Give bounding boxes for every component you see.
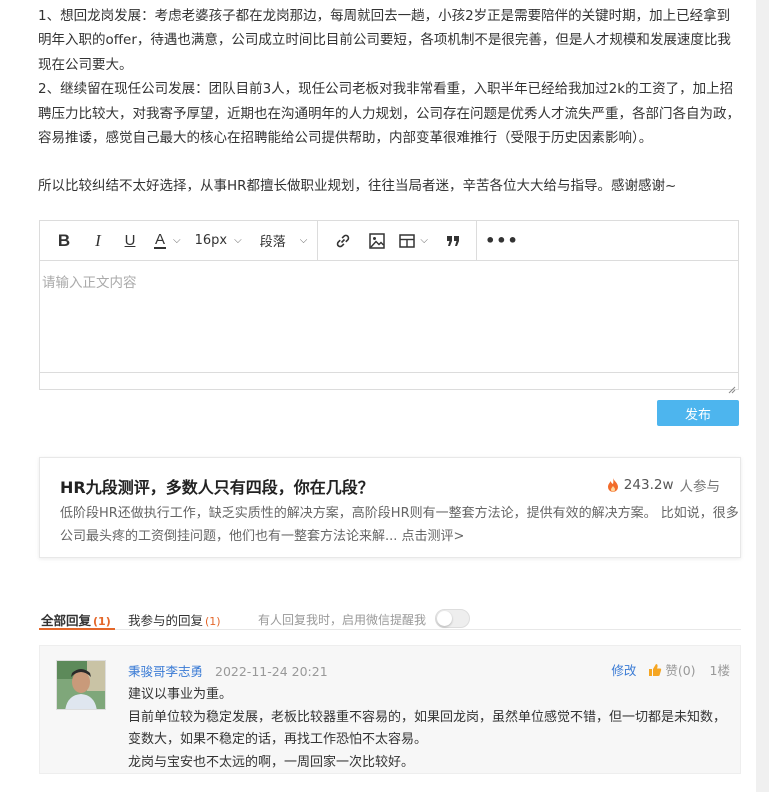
chevron-down-icon: ⌵	[420, 235, 428, 246]
reply-actions: 修改 赞(0) 1楼	[611, 660, 730, 679]
participant-count: 243.2w 人参与	[606, 475, 720, 495]
more-icon[interactable]: •••	[485, 227, 518, 255]
avatar[interactable]	[56, 660, 106, 710]
font-size-select[interactable]: 16px ⌵	[195, 227, 242, 255]
reply-content: 建议以事业为重。 目前单位较为稳定发展，老板比较器重不容易的，如果回龙岗，虽然单…	[128, 684, 734, 774]
participant-number: 243.2w	[623, 477, 674, 493]
floor-number: 1楼	[709, 663, 730, 678]
active-tab-indicator	[39, 628, 115, 630]
page: 1、想回龙岗发展：考虑老婆孩子都在龙岗那边，每周就回去一趟，小孩2岁正是需要陪伴…	[0, 0, 756, 792]
tab-my-replies[interactable]: 我参与的回复 (1)	[128, 610, 221, 629]
like-count: 赞(0)	[665, 663, 696, 678]
edit-button[interactable]: 修改	[611, 660, 636, 679]
tab-all-replies[interactable]: 全部回复 (1)	[41, 610, 111, 629]
tab-count: (1)	[93, 615, 111, 628]
image-icon[interactable]	[362, 227, 392, 255]
reply-time: 2022-11-24 20:21	[215, 664, 328, 679]
tab-label: 我参与的回复	[128, 613, 204, 628]
post-content: 1、想回龙岗发展：考虑老婆孩子都在龙岗那边，每周就回去一趟，小孩2岁正是需要陪伴…	[38, 4, 742, 199]
post-paragraph: 所以比较纠结不太好选择，从事HR都擅长做职业规划，往往当局者迷，辛苦各位大大给与…	[38, 178, 677, 195]
bold-icon[interactable]: B	[50, 227, 78, 255]
wechat-notify-label: 有人回复我时，启用微信提醒我	[258, 613, 427, 627]
paragraph-style-value: 段落	[259, 235, 286, 250]
publish-button[interactable]: 发布	[657, 400, 739, 426]
chevron-down-icon: ⌵	[173, 235, 181, 246]
reply-meta: 秉骏哥李志勇 2022-11-24 20:21	[128, 661, 328, 680]
toggle-knob	[437, 611, 452, 626]
thumbs-up-icon	[649, 663, 662, 676]
author-name[interactable]: 秉骏哥李志勇	[128, 664, 203, 679]
promo-title[interactable]: HR九段测评，多数人只有四段，你在几段？	[60, 474, 374, 498]
reply-line: 目前单位较为稳定发展，老板比较器重不容易的，如果回龙岗，虽然单位感觉不错，但一切…	[128, 709, 727, 748]
post-paragraph: 1、想回龙岗发展：考虑老婆孩子都在龙岗那边，每周就回去一趟，小孩2岁正是需要陪伴…	[38, 8, 731, 73]
font-color-icon[interactable]: A ⌵	[154, 227, 181, 255]
chevron-down-icon: ⌵	[234, 235, 242, 246]
resize-handle-icon[interactable]	[728, 379, 736, 394]
post-paragraph: 2、继续留在现任公司发展：团队目前3人，现任公司老板对我非常看重，入职半年已经给…	[38, 81, 740, 147]
reply-editor: B I U A ⌵ 16px ⌵ 段落 ⌵ ⌵ ••• 请输入正文内容	[39, 220, 739, 394]
scrollbar[interactable]	[756, 0, 769, 792]
promo-card[interactable]: HR九段测评，多数人只有四段，你在几段？ 243.2w 人参与 低阶段HR还做执…	[39, 457, 741, 558]
paragraph-style-select[interactable]: 段落 ⌵	[260, 227, 308, 255]
quote-icon[interactable]	[438, 227, 468, 255]
like-button[interactable]: 赞(0)	[648, 660, 696, 679]
chevron-down-icon: ⌵	[299, 235, 308, 246]
tab-label: 全部回复	[41, 613, 92, 628]
reply-line: 建议以事业为重。	[128, 687, 233, 702]
editor-placeholder: 请输入正文内容	[42, 275, 137, 291]
underline-icon[interactable]: U	[116, 227, 144, 255]
toolbar-divider	[475, 220, 477, 261]
fire-icon	[607, 478, 618, 492]
reply-item: 秉骏哥李志勇 2022-11-24 20:21 修改 赞(0) 1楼 建议以事业…	[39, 645, 741, 774]
font-size-value: 16px	[194, 233, 228, 248]
reply-tabs: 全部回复 (1) 我参与的回复 (1) 有人回复我时，启用微信提醒我	[39, 608, 741, 630]
table-icon[interactable]: ⌵	[398, 227, 428, 255]
tab-count: (1)	[205, 615, 221, 628]
italic-icon[interactable]: I	[84, 227, 112, 255]
editor-toolbar: B I U A ⌵ 16px ⌵ 段落 ⌵ ⌵ •••	[40, 220, 738, 261]
link-icon[interactable]	[328, 227, 358, 255]
reply-line: 龙岗与宝安也不太远的啊，一周回家一次比较好。	[128, 754, 415, 770]
toolbar-divider	[317, 220, 319, 261]
promo-description: 低阶段HR还做执行工作，缺乏实质性的解决方案，高阶段HR则有一整套方法论，提供有…	[60, 506, 739, 544]
wechat-notify-toggle[interactable]	[435, 609, 470, 628]
editor-text-area[interactable]: 请输入正文内容	[40, 261, 738, 373]
participant-label: 人参与	[679, 479, 721, 495]
